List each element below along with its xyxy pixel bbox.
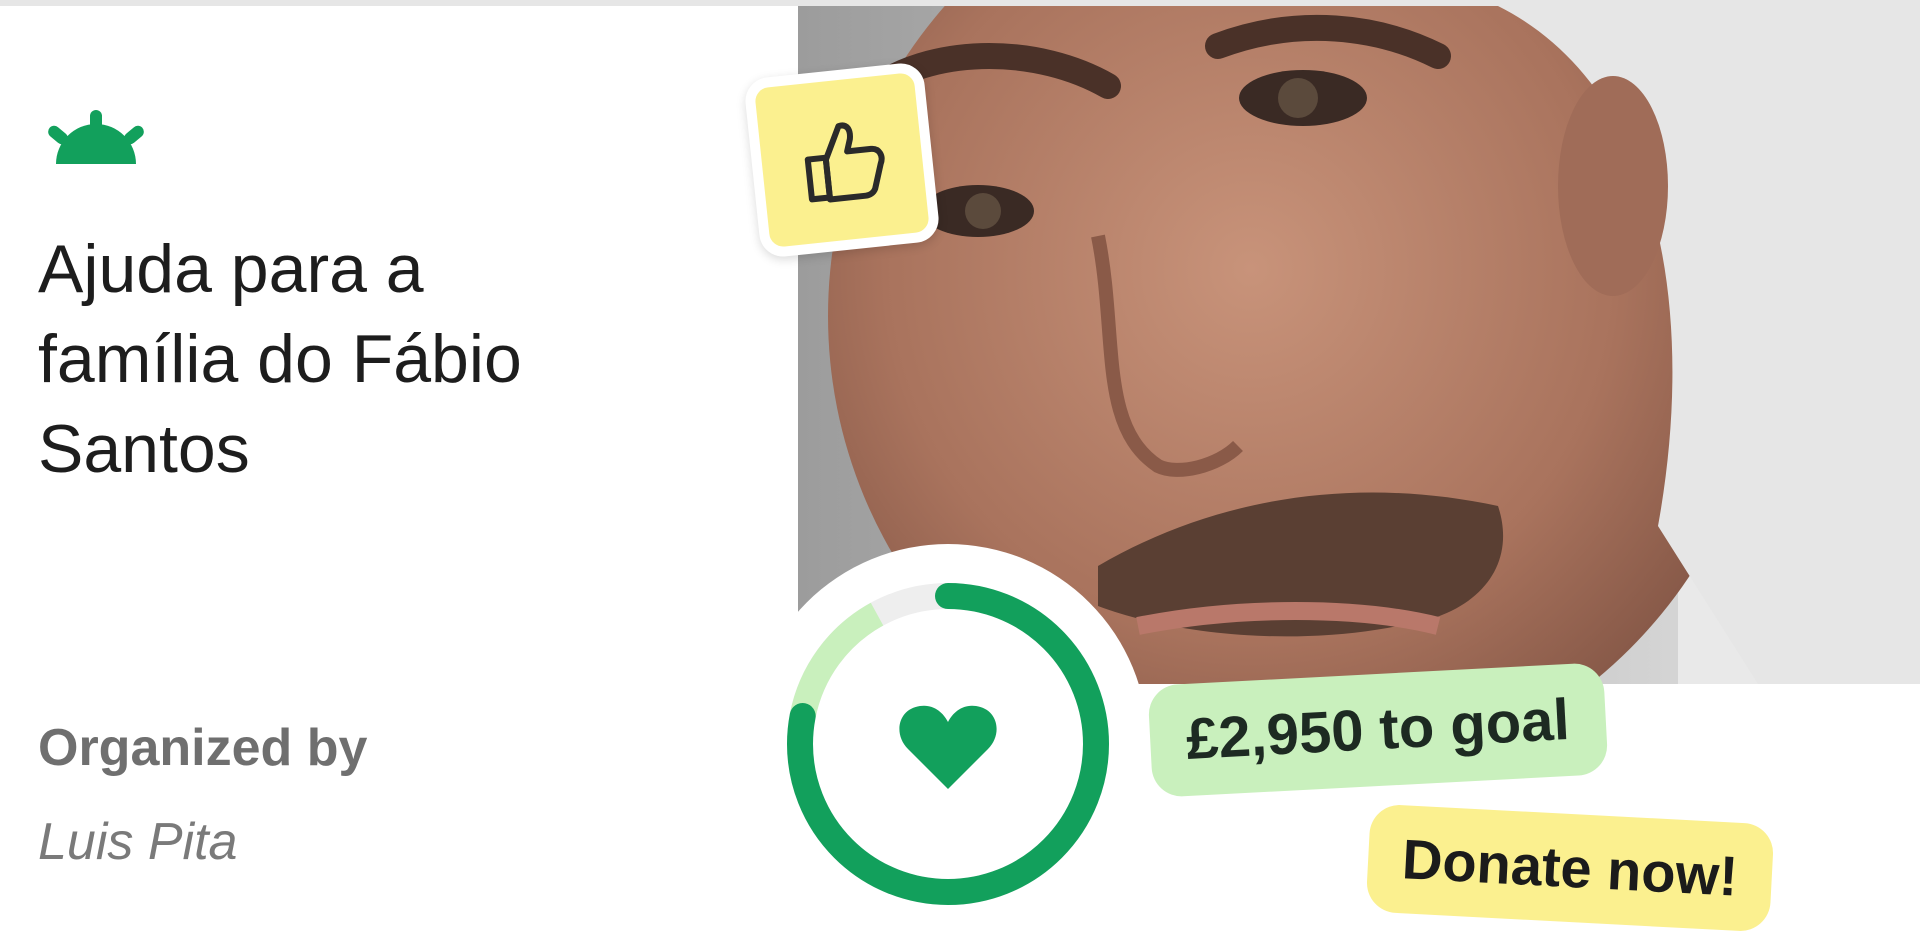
- campaign-title[interactable]: Ajuda para a família do Fábio Santos: [38, 224, 718, 494]
- goal-remaining-badge: £2,950 to goal: [1147, 662, 1609, 798]
- campaign-title-line: Ajuda para a: [38, 231, 424, 307]
- donate-now-button[interactable]: Donate now!: [1365, 803, 1775, 933]
- fundraiser-card[interactable]: Ajuda para a família do Fábio Santos Org…: [0, 0, 1920, 951]
- progress-ring: [748, 544, 1148, 944]
- campaign-title-line: família do Fábio: [38, 321, 522, 397]
- organizer-name[interactable]: Luis Pita: [38, 812, 237, 872]
- gofundme-logo-icon: [48, 110, 144, 164]
- heart-icon: [899, 705, 997, 789]
- thumbs-up-icon: [804, 122, 885, 203]
- thumbs-up-badge: [743, 61, 941, 259]
- organized-by-label: Organized by: [38, 719, 368, 777]
- campaign-title-line: Santos: [38, 411, 250, 487]
